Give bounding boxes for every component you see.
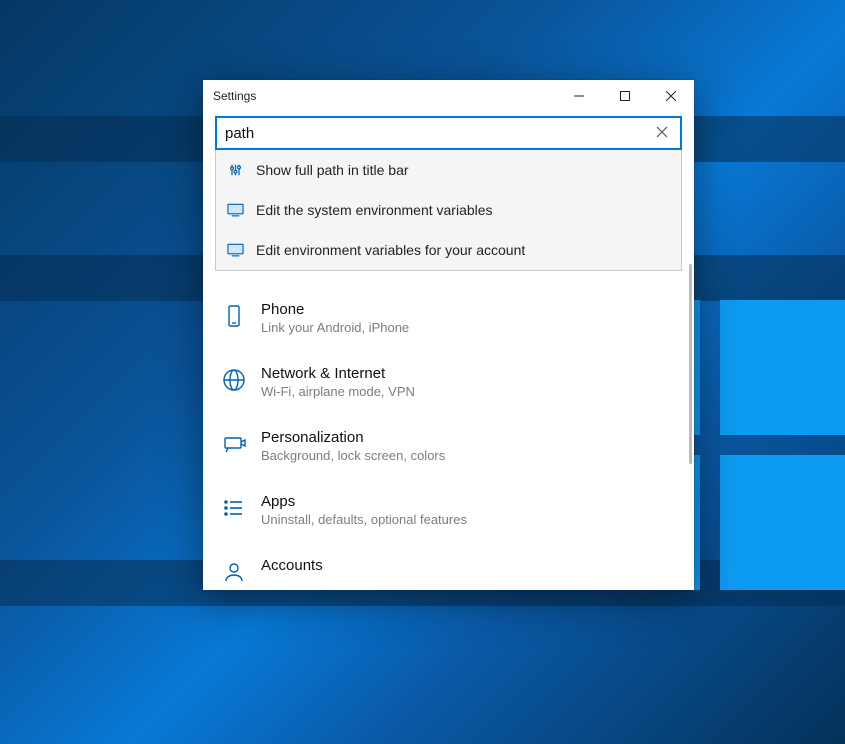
clear-search-button[interactable]	[652, 121, 672, 146]
minimize-button[interactable]	[556, 80, 602, 112]
category-personalization[interactable]: Personalization Background, lock screen,…	[217, 419, 680, 483]
account-icon	[219, 557, 249, 587]
list-icon	[219, 493, 249, 523]
close-button[interactable]	[648, 80, 694, 112]
category-desc: Uninstall, defaults, optional features	[261, 512, 467, 527]
suggestion-label: Show full path in title bar	[256, 162, 409, 178]
phone-icon	[219, 301, 249, 331]
brush-icon	[219, 429, 249, 459]
window-title: Settings	[213, 89, 556, 103]
category-title: Phone	[261, 301, 409, 318]
category-phone[interactable]: Phone Link your Android, iPhone	[217, 291, 680, 355]
close-icon	[656, 126, 668, 138]
maximize-button[interactable]	[602, 80, 648, 112]
suggestion-label: Edit environment variables for your acco…	[256, 242, 525, 258]
titlebar: Settings	[203, 80, 694, 112]
globe-icon	[219, 365, 249, 395]
search-input[interactable]	[225, 125, 652, 142]
suggestion-item[interactable]: Edit the system environment variables	[216, 190, 681, 230]
suggestion-item[interactable]: Show full path in title bar	[216, 150, 681, 190]
category-title: Network & Internet	[261, 365, 415, 382]
scrollbar[interactable]	[689, 264, 692, 464]
search-suggestions: Show full path in title bar Edit the sys…	[215, 150, 682, 271]
category-title: Personalization	[261, 429, 445, 446]
category-accounts[interactable]: Accounts	[217, 547, 680, 587]
category-apps[interactable]: Apps Uninstall, defaults, optional featu…	[217, 483, 680, 547]
sliders-icon	[226, 163, 244, 177]
category-title: Accounts	[261, 557, 323, 574]
category-network[interactable]: Network & Internet Wi-Fi, airplane mode,…	[217, 355, 680, 419]
suggestion-label: Edit the system environment variables	[256, 202, 493, 218]
monitor-icon	[226, 243, 244, 257]
suggestion-item[interactable]: Edit environment variables for your acco…	[216, 230, 681, 270]
category-desc: Wi-Fi, airplane mode, VPN	[261, 384, 415, 399]
category-title: Apps	[261, 493, 467, 510]
monitor-icon	[226, 203, 244, 217]
category-desc: Link your Android, iPhone	[261, 320, 409, 335]
search-box[interactable]	[215, 116, 682, 150]
category-list: Phone Link your Android, iPhone Network …	[215, 271, 682, 587]
settings-window: Settings	[203, 80, 694, 590]
category-desc: Background, lock screen, colors	[261, 448, 445, 463]
